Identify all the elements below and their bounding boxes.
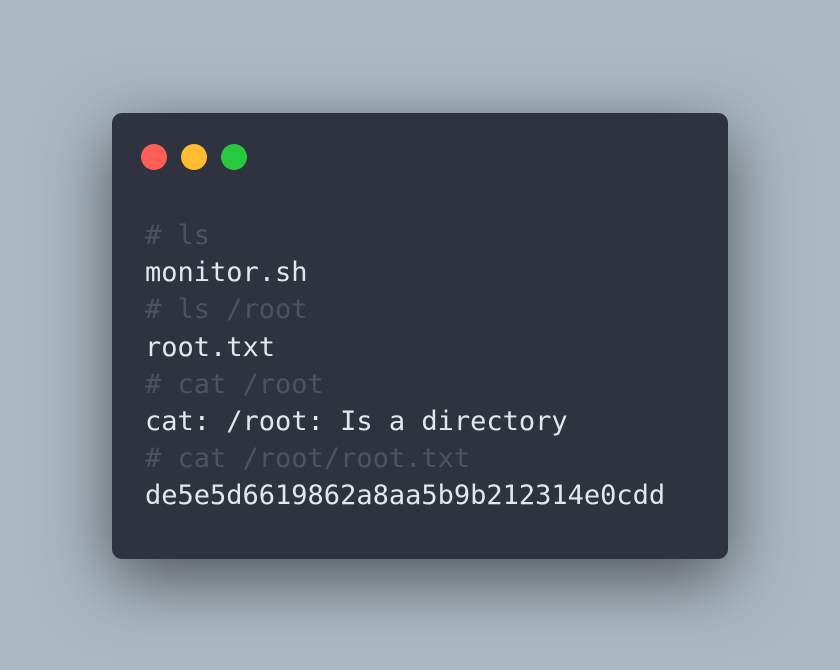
code-line-output: monitor.sh: [145, 257, 308, 289]
code-line-output: root.txt: [145, 331, 276, 363]
page-background: { "window": { "background_color": "#2e33…: [0, 0, 840, 670]
code-window: # ls monitor.sh # ls /root root.txt # cat /r…: [112, 113, 728, 559]
minimize-dot-icon[interactable]: [181, 144, 207, 170]
code-line-comment: # cat /root/root.txt: [145, 443, 471, 475]
code-line-output: cat: /root: Is a directory: [145, 405, 568, 437]
code-line-output: de5e5d6619862a8aa5b9b212314e0cdd: [145, 480, 666, 512]
window-controls: [141, 144, 247, 170]
code-line-comment: # ls: [145, 220, 211, 251]
code-line-comment: # ls /root: [145, 294, 308, 326]
code-line-comment: # cat /root: [145, 368, 324, 400]
close-dot-icon[interactable]: [141, 144, 167, 170]
code-block: # ls monitor.sh # ls /root root.txt # cat /r…: [145, 217, 665, 515]
maximize-dot-icon[interactable]: [221, 144, 247, 170]
